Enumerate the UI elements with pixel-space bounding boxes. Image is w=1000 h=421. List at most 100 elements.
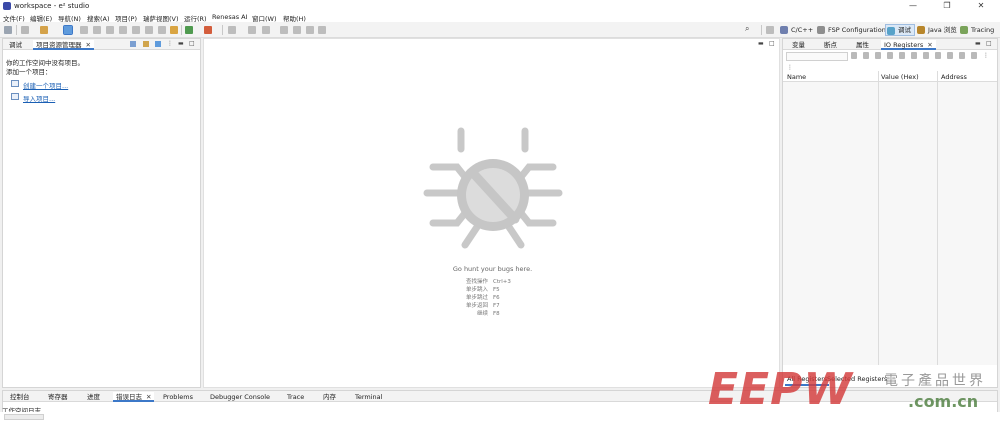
step-into-icon[interactable] — [132, 26, 140, 34]
disconnect-icon[interactable] — [119, 26, 127, 34]
refresh-icon[interactable] — [875, 52, 881, 59]
minimize-view-icon[interactable]: ▬ — [975, 41, 981, 47]
build-icon[interactable] — [40, 26, 48, 34]
nav-icon[interactable] — [248, 26, 256, 34]
shortcut-keys: Ctrl+3 F5 F6 F7 F8 — [493, 278, 511, 318]
target-icon[interactable] — [228, 26, 236, 34]
close-button[interactable]: ✕ — [964, 0, 998, 12]
tab-project-explorer[interactable]: 项目资源管理器 ✕ — [33, 40, 94, 50]
perspective-java-browsing[interactable]: Java 浏览 — [916, 24, 957, 36]
nav-back-icon[interactable] — [262, 26, 270, 34]
save-icon[interactable] — [935, 52, 941, 59]
bug-icon — [887, 27, 895, 35]
maximize-view-icon[interactable]: □ — [769, 41, 775, 47]
shortcut-label: 单步跳入 — [465, 287, 488, 293]
terminate-icon[interactable] — [106, 26, 114, 34]
save-icon[interactable] — [4, 26, 12, 34]
minimize-view-icon[interactable]: ▬ — [178, 41, 184, 47]
import-project-icon — [11, 93, 19, 100]
lock-icon[interactable] — [923, 52, 929, 59]
perspective-cpp[interactable]: C/C++ — [779, 24, 813, 36]
tracing-icon — [960, 26, 968, 34]
tab-registers[interactable]: 寄存器 — [45, 392, 71, 402]
import-icon[interactable] — [971, 52, 977, 59]
editor-area: ▬ □ Go hunt your bugs here. 查找操作 单步跳入 单步… — [203, 38, 780, 388]
maximize-button[interactable]: ❐ — [930, 0, 964, 12]
window-title: workspace - e² studio — [14, 2, 90, 10]
cpp-perspective-icon — [780, 26, 788, 34]
step-over-icon[interactable] — [145, 26, 153, 34]
tab-io-registers[interactable]: IO Registers ✕ — [881, 40, 936, 50]
close-icon[interactable]: ✕ — [146, 393, 151, 401]
pin-icon[interactable] — [293, 26, 301, 34]
link-icon[interactable] — [318, 26, 326, 34]
create-project-link[interactable]: 创建一个项目... — [23, 80, 68, 90]
run-icon[interactable] — [204, 26, 212, 34]
column-value-hex[interactable]: Value (Hex) — [881, 73, 919, 81]
instruction-step-icon[interactable] — [170, 26, 178, 34]
perspective-tracing[interactable]: Tracing — [959, 24, 994, 36]
build-config-icon[interactable] — [21, 26, 29, 34]
down-arrow-icon[interactable] — [851, 52, 857, 59]
project-explorer-panel: 调试 项目资源管理器 ✕ ⋮ ▬ □ 你的工作空间中没有项目。 添加一个项目： 创… — [2, 38, 201, 388]
title-bar: workspace - e² studio — ❐ ✕ — [0, 0, 1000, 12]
perspective-fsp-configuration[interactable]: FSP Configuration — [816, 24, 886, 36]
tab-debug[interactable]: 调试 — [6, 40, 25, 50]
maximize-view-icon[interactable]: □ — [986, 41, 992, 47]
main-toolbar: ⌕ C/C++ FSP Configuration 调试 Java 浏览 Tra… — [0, 22, 1000, 38]
register-selector[interactable] — [786, 52, 848, 61]
tab-problems[interactable]: Problems — [160, 392, 196, 402]
copy-icon[interactable] — [887, 52, 893, 59]
view-menu-icon[interactable]: ⋮ — [787, 64, 793, 71]
menu-bar: 文件(F) 编辑(E) 导航(N) 搜索(A) 项目(P) 瑞萨视图(V) 运行… — [0, 12, 1000, 23]
import-project-link[interactable]: 导入项目... — [23, 93, 55, 103]
register-toolbar: ⋮ — [851, 52, 991, 62]
export-icon[interactable] — [959, 52, 965, 59]
search-icon[interactable]: ⌕ — [745, 25, 753, 33]
io-registers-panel: 变量 断点 属性 IO Registers ✕ ▬ □ ⋮ ⋮ Name Valu… — [782, 38, 998, 388]
sync-icon[interactable] — [899, 52, 905, 59]
open-perspective-icon[interactable] — [766, 26, 774, 34]
column-name[interactable]: Name — [787, 73, 806, 81]
tab-terminal[interactable]: Terminal — [352, 392, 385, 402]
filter-icon[interactable] — [155, 41, 161, 47]
perspective-debug[interactable]: 调试 — [885, 24, 915, 36]
print-icon[interactable] — [947, 52, 953, 59]
shortcut-label: 单步跳过 — [465, 295, 488, 301]
tab-console[interactable]: 控制台 — [7, 392, 33, 402]
tab-properties[interactable]: 属性 — [853, 40, 872, 50]
resume-icon[interactable] — [80, 26, 88, 34]
register-table-body — [783, 82, 997, 365]
shortcut-key: F6 — [493, 295, 500, 301]
format-icon[interactable] — [911, 52, 917, 59]
shortcut-key: F8 — [493, 311, 500, 317]
skip-breakpoints-icon[interactable] — [63, 25, 73, 35]
view-menu-icon[interactable]: ⋮ — [983, 52, 989, 59]
tab-variables[interactable]: 变量 — [789, 40, 808, 50]
tab-debugger-console[interactable]: Debugger Console — [207, 392, 273, 402]
up-arrow-icon[interactable] — [863, 52, 869, 59]
layout-icon[interactable] — [280, 26, 288, 34]
minimize-button[interactable]: — — [896, 0, 930, 12]
column-address[interactable]: Address — [941, 73, 967, 81]
close-icon[interactable]: ✕ — [86, 41, 91, 49]
app-icon — [3, 2, 11, 10]
menu-renesas-ai[interactable]: Renesas AI — [212, 13, 248, 21]
view-menu-icon[interactable]: ⋮ — [167, 41, 173, 47]
tab-progress[interactable]: 进度 — [84, 392, 103, 402]
hunt-bugs-headline: Go hunt your bugs here. — [452, 265, 533, 273]
tab-error-log[interactable]: 错误日志 ✕ — [113, 392, 155, 402]
step-return-icon[interactable] — [158, 26, 166, 34]
watermark-url: .com.cn — [908, 392, 979, 411]
tab-memory[interactable]: 内存 — [320, 392, 339, 402]
close-icon[interactable]: ✕ — [927, 41, 932, 49]
suspend-icon[interactable] — [93, 26, 101, 34]
debug-icon[interactable] — [185, 26, 193, 34]
collapse-all-icon[interactable] — [130, 41, 136, 47]
link-editor-icon[interactable] — [143, 41, 149, 47]
minimize-view-icon[interactable]: ▬ — [758, 41, 764, 47]
refresh-icon[interactable] — [306, 26, 314, 34]
tab-trace[interactable]: Trace — [284, 392, 307, 402]
tab-breakpoints[interactable]: 断点 — [821, 40, 840, 50]
maximize-view-icon[interactable]: □ — [189, 41, 195, 47]
